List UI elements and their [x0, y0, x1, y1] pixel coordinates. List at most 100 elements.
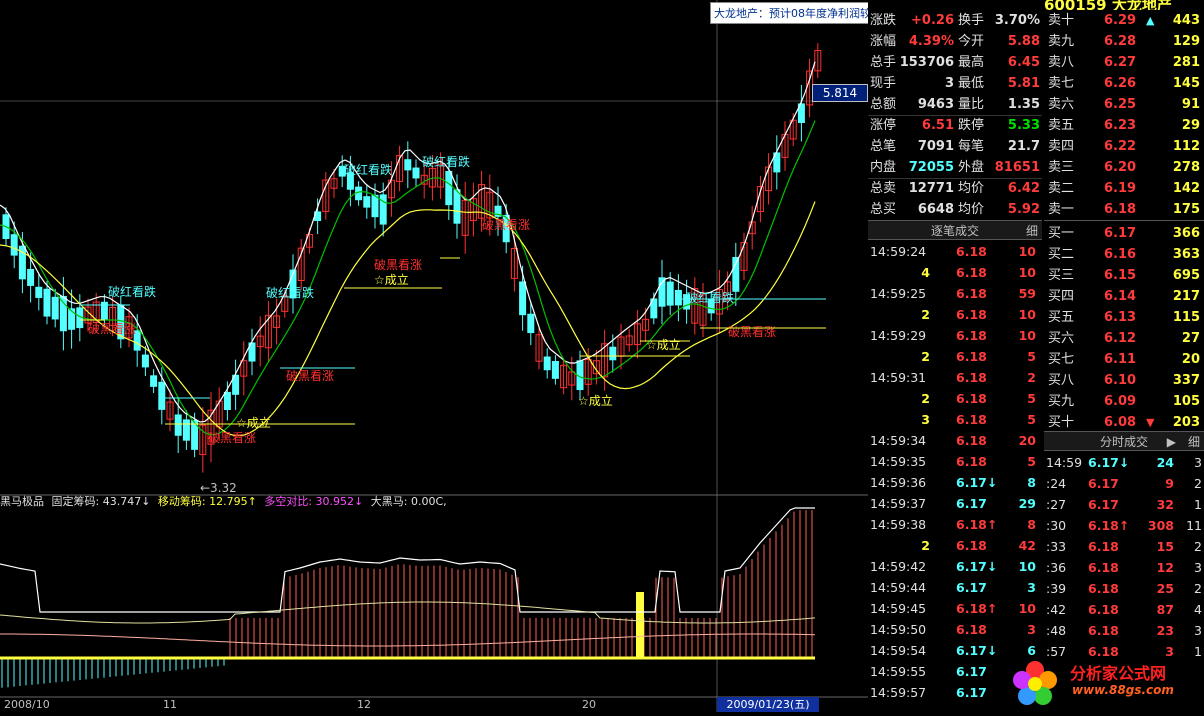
candle-body [182, 419, 190, 441]
buy-row: 买九 6.09 105 [1044, 391, 1204, 412]
stat-row: 总笔 7091 每笔 21.7 [868, 136, 1042, 157]
signal-break-red: 破红看跌 [266, 285, 314, 300]
tick-price: 6.17↓ [956, 643, 998, 658]
indicator-ratio: 多空对比: 30.952↓ [264, 495, 364, 508]
candle-body [379, 194, 387, 225]
sell-row: 卖三 6.20 278 [1044, 157, 1204, 178]
candle-body [363, 196, 371, 208]
signal-break-black: 破黑看涨 [88, 321, 136, 336]
candle-body [68, 308, 76, 330]
min-time: :48 [1046, 623, 1067, 638]
watermark-logo: 分析家公式网 www.88gs.com [1000, 655, 1204, 712]
stat-value: 5.33 [1007, 118, 1040, 133]
buy-price: 6.17 [1104, 226, 1137, 241]
min-count: 2 [1194, 581, 1202, 596]
tick-price: 6.18↑ [956, 517, 998, 532]
min-row: :39 6.18 25 2 [1044, 578, 1204, 599]
sell-price: 6.19 [1104, 181, 1137, 196]
tick-price: 6.18 [956, 433, 987, 448]
tick-volume: 20 [1018, 433, 1036, 448]
tick-row: 14:59:45 6.18↑ 10 [868, 598, 1038, 619]
kline-panel[interactable]: 破红看跌 破黑看涨 破红看跌 破黑看涨 破黑看涨 ☆成立 破红看跌 破黑看涨 ☆成立 破红看跌 破黑… [0, 0, 868, 712]
candlestick-chart[interactable]: 破红看跌破黑看涨破红看跌破黑看涨破黑看涨☆成立破红看跌破黑看涨☆成立破红看跌破黑… [0, 0, 868, 712]
candle-body [141, 354, 149, 368]
cursor-price-tag: 5.814 [812, 84, 868, 102]
min-row: :48 6.18 23 3 [1044, 620, 1204, 641]
min-volume: 9 [1165, 476, 1174, 491]
min-row: :33 6.18 15 2 [1044, 536, 1204, 557]
stat-key: 最低 [958, 76, 985, 91]
candle-body [158, 381, 166, 410]
tick-count: 4 [921, 265, 930, 280]
tick-price: 6.17↓ [956, 475, 998, 490]
tick-row: 14:59:44 6.17 3 [868, 577, 1038, 598]
stat-value: 1.35 [1007, 97, 1040, 112]
stat-key: 最高 [958, 55, 985, 70]
min-volume: 308 [1147, 518, 1174, 533]
watermark-url: www.88gs.com [1072, 683, 1174, 697]
play-icon[interactable]: ▶ [1167, 432, 1176, 452]
min-volume: 32 [1156, 497, 1174, 512]
buy-row: 买十 6.08 ▼ 203 [1044, 412, 1204, 433]
buy-price: 6.08 [1104, 415, 1137, 430]
min-time: :24 [1046, 476, 1067, 491]
stat-row: 涨幅 4.39% 今开 5.88 [868, 31, 1042, 52]
min-time: :33 [1046, 539, 1067, 554]
tick-price: 6.17 [956, 580, 987, 595]
tick-volume: 29 [1018, 496, 1036, 511]
min-volume: 12 [1156, 560, 1174, 575]
min-title: 分时成交 [1099, 435, 1148, 449]
min-count: 2 [1194, 539, 1202, 554]
tick-price: 6.18 [956, 538, 987, 553]
indicator-header[interactable]: 黑马极品 固定筹码: 43.747↓ 移动筹码: 12.795↑ 多空对比: 3… [0, 493, 451, 511]
tick-time: 14:59:36 [870, 475, 927, 490]
x-label-nov: 11 [163, 698, 177, 711]
min-row: :24 6.17 9 2 [1044, 473, 1204, 494]
sell-price: 6.20 [1104, 160, 1137, 175]
tick-detail-button[interactable]: 细 [1026, 221, 1038, 241]
indicator-name[interactable]: 黑马极品 [0, 495, 44, 508]
min-price: 6.18 [1088, 539, 1119, 554]
min-row: :27 6.17 32 1 [1044, 494, 1204, 515]
min-time: :36 [1046, 560, 1067, 575]
sell-volume: 142 [1172, 181, 1200, 196]
tick-price: 6.18 [956, 349, 987, 364]
stat-value: 153706 [899, 55, 954, 70]
tick-volume: 5 [1027, 454, 1036, 469]
tick-time: 14:59:29 [870, 328, 927, 343]
news-ticker[interactable]: 大龙地产：预计08年度净利润较上年同期减少80%以上 [710, 2, 868, 24]
min-detail-button[interactable]: 细 [1188, 432, 1200, 452]
tick-price: 6.18 [956, 370, 987, 385]
min-count: 3 [1194, 455, 1202, 470]
min-count: 2 [1194, 476, 1202, 491]
stat-key: 涨停 [870, 118, 897, 133]
sell-label: 卖十 [1048, 13, 1075, 28]
sell-volume: 145 [1172, 76, 1200, 91]
tick-price: 6.17 [956, 685, 987, 700]
buy-row: 买三 6.15 695 [1044, 265, 1204, 286]
indicator-horse: 大黑马: 0.00C, [370, 495, 447, 508]
sell-label: 卖七 [1048, 76, 1075, 91]
stat-row: 涨跌 +0.26 换手 3.70% [868, 10, 1042, 31]
tick-volume: 5 [1027, 412, 1036, 427]
signal-break-black: 破黑看涨 [482, 217, 530, 232]
signal-break-red: 破红看跌 [686, 290, 734, 305]
min-count: 1 [1194, 497, 1202, 512]
tick-time: 14:59:35 [870, 454, 927, 469]
tick-count: 2 [921, 307, 930, 322]
stat-key: 总额 [870, 97, 897, 112]
tick-row: 14:59:24 6.18 10 [868, 241, 1038, 262]
min-price: 6.17↓ [1088, 455, 1130, 470]
sell-volume: 112 [1172, 139, 1200, 154]
tick-volume: 8 [1027, 475, 1036, 490]
tick-count: 2 [921, 349, 930, 364]
stat-key: 总手 [870, 55, 897, 70]
sell-row: 卖八 6.27 281 [1044, 52, 1204, 73]
tick-volume: 42 [1018, 538, 1036, 553]
candle-body [223, 391, 231, 410]
candle-body [10, 234, 18, 256]
buy-price: 6.15 [1104, 268, 1137, 283]
min-time: :30 [1046, 518, 1067, 533]
tick-header: 逐笔成交 细 [868, 220, 1042, 240]
candle-body [666, 281, 674, 306]
